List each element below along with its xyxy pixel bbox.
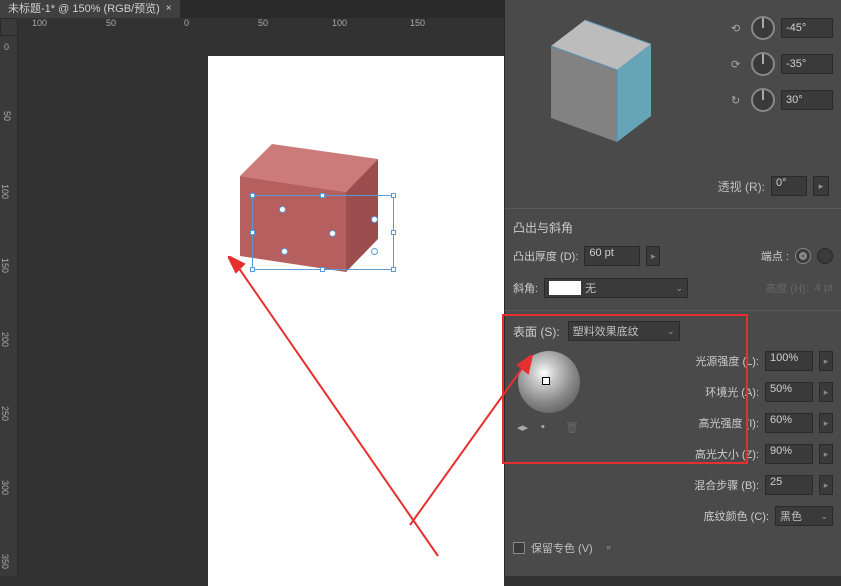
cap-off-radio[interactable] [817,248,833,264]
ruler-origin[interactable] [0,18,18,36]
depth-input[interactable]: 60 pt [584,246,640,266]
rotation-y-input[interactable]: -35° [781,54,833,74]
depth-stepper[interactable]: ▸ [646,246,660,266]
cube-object[interactable] [238,144,403,279]
chevron-down-icon: ⌄ [667,326,675,337]
cap-on-radio[interactable] [795,248,811,264]
light-intensity-stepper[interactable]: ▸ [819,351,833,371]
bevel-swatch [549,281,581,295]
light-intensity-label: 光源强度 (L): [695,353,759,369]
new-light-icon[interactable]: ▪ [541,421,557,435]
document-tab[interactable]: 未标题-1* @ 150% (RGB/预览) × [0,0,180,18]
highlight-intensity-input[interactable]: 60% [765,413,813,433]
preserve-spot-label: 保留专色 (V) [531,540,593,556]
rotation-cube-preview[interactable] [513,8,693,158]
highlight-intensity-label: 高光强度 (I): [699,415,760,431]
bevel-dropdown[interactable]: 无 ⌄ [544,278,688,298]
rotation-z-row: ↻ 30° [703,88,833,112]
rotation-z-input[interactable]: 30° [781,90,833,110]
highlight-size-input[interactable]: 90% [765,444,813,464]
three-d-options-panel: ⟲ -45° ⟳ -35° ↻ 30° 透视 (R): 0° ▸ 凸出与斜角 凸… [504,0,841,576]
light-sphere-preview[interactable] [518,351,580,413]
rotation-x-dial[interactable] [751,16,775,40]
ruler-vertical[interactable]: 0 50 100 150 200 250 300 350 [0,36,18,576]
light-direction-point[interactable] [542,377,550,385]
rotation-x-row: ⟲ -45° [703,16,833,40]
chevron-down-icon: ⌄ [820,511,828,522]
extrude-section-title: 凸出与斜角 [513,219,833,236]
light-intensity-input[interactable]: 100% [765,351,813,371]
rotation-y-dial[interactable] [751,52,775,76]
chevron-down-icon: ⌄ [676,283,684,294]
map-art-icon[interactable]: ▫ [607,542,611,554]
close-icon[interactable]: × [166,0,172,18]
highlight-size-stepper[interactable]: ▸ [819,444,833,464]
highlight-intensity-stepper[interactable]: ▸ [819,413,833,433]
bevel-height-value: 4 pt [815,282,833,294]
rotate-x-icon: ⟲ [731,22,745,35]
ambient-input[interactable]: 50% [765,382,813,402]
surface-dropdown[interactable]: 塑料效果底纹 ⌄ [568,321,680,341]
perspective-step-btn[interactable]: ▸ [813,176,829,196]
depth-label: 凸出厚度 (D): [513,248,578,264]
shade-color-label: 底纹颜色 (C): [704,508,769,524]
canvas-area[interactable] [18,36,504,576]
blend-steps-stepper[interactable]: ▸ [819,475,833,495]
perspective-input[interactable]: 0° [771,176,807,196]
rotate-y-icon: ⟳ [731,58,745,71]
surface-label: 表面 (S): [513,323,560,340]
move-light-back-icon[interactable]: ◂▸ [517,421,533,435]
artboard[interactable] [208,56,504,586]
blend-steps-label: 混合步骤 (B): [694,477,759,493]
ambient-stepper[interactable]: ▸ [819,382,833,402]
tab-title: 未标题-1* @ 150% (RGB/预览) [8,0,160,18]
rotation-x-input[interactable]: -45° [781,18,833,38]
shade-color-dropdown[interactable]: 黑色 ⌄ [775,506,833,526]
rotate-z-icon: ↻ [731,94,745,107]
ambient-label: 环境光 (A): [705,384,759,400]
blend-steps-input[interactable]: 25 [765,475,813,495]
rotation-y-row: ⟳ -35° [703,52,833,76]
tab-bar: 未标题-1* @ 150% (RGB/预览) × [0,0,504,18]
bevel-label: 斜角: [513,280,538,296]
cap-label: 端点 : [761,248,789,264]
bevel-height-label: 高度 (H): [765,280,808,296]
perspective-label: 透视 (R): [718,178,765,195]
delete-light-icon[interactable]: 🗑 [565,421,581,435]
highlight-size-label: 高光大小 (Z): [695,446,759,462]
rotation-z-dial[interactable] [751,88,775,112]
preserve-spot-checkbox[interactable] [513,542,525,554]
